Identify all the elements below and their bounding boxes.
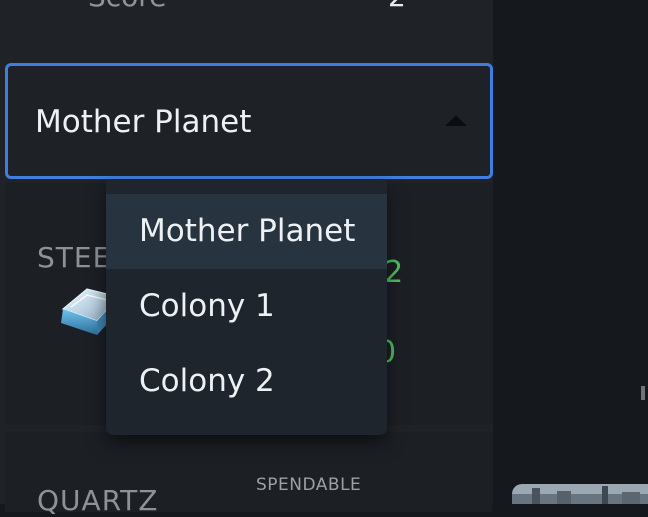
edge-marker: [641, 386, 645, 400]
menu-item-mother-planet[interactable]: Mother Planet: [106, 194, 387, 269]
main-view-background: [493, 0, 648, 504]
colony-thumbnail[interactable]: [512, 484, 648, 504]
planet-select[interactable]: Mother Planet: [5, 63, 493, 179]
menu-item-colony-2[interactable]: Colony 2: [106, 344, 387, 419]
quartz-card: QUARTZ: [5, 432, 492, 517]
menu-item-colony-1[interactable]: Colony 1: [106, 269, 387, 344]
planet-select-value: Mother Planet: [35, 104, 252, 140]
spendable-label: SPENDABLE: [256, 475, 362, 495]
triangle-up-icon[interactable]: [445, 115, 467, 126]
planet-dropdown-menu: Mother Planet Colony 1 Colony 2: [106, 180, 387, 435]
quartz-title: QUARTZ: [37, 484, 159, 517]
score-value: 2: [388, 0, 406, 13]
score-label: Score: [88, 0, 166, 13]
